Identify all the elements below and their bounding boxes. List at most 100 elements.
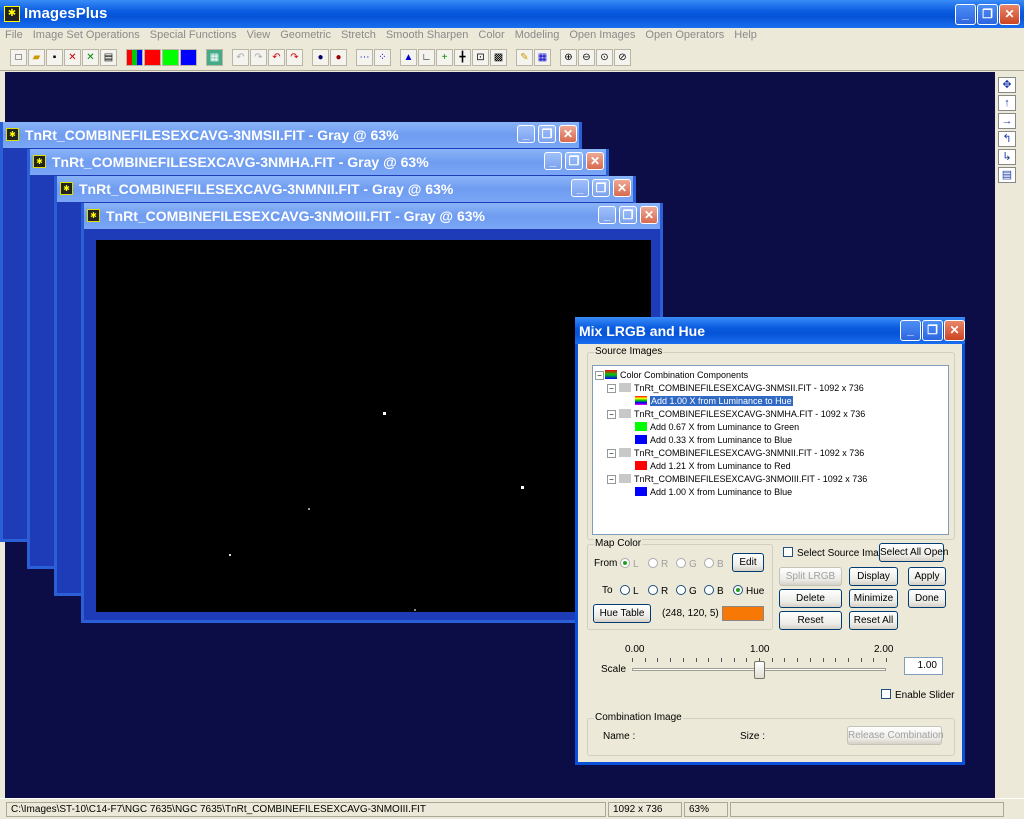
collapse-icon[interactable]: − bbox=[607, 475, 616, 484]
plus-icon[interactable]: + bbox=[436, 49, 453, 66]
menu-color[interactable]: Color bbox=[473, 28, 509, 42]
to-radio-l[interactable]: L bbox=[620, 585, 639, 597]
arrow-up-icon[interactable]: ↑ bbox=[998, 95, 1016, 111]
source-tree[interactable]: − Color Combination Components − TnRt_CO… bbox=[592, 365, 949, 535]
to-radio-b[interactable]: B bbox=[704, 585, 724, 597]
rotate-left-icon[interactable]: ↰ bbox=[998, 131, 1016, 147]
scale-value-field[interactable]: 1.00 bbox=[904, 657, 943, 675]
maximize-button[interactable]: ❐ bbox=[538, 125, 556, 143]
undo-disabled-icon[interactable]: ↶ bbox=[232, 49, 249, 66]
close-button[interactable]: ✕ bbox=[559, 125, 577, 143]
edit-button[interactable]: Edit bbox=[732, 553, 764, 572]
reset-all-button[interactable]: Reset All bbox=[849, 611, 898, 630]
to-radio-g[interactable]: G bbox=[676, 585, 697, 597]
delete-button[interactable]: Delete bbox=[779, 589, 842, 608]
menu-file[interactable]: File bbox=[0, 28, 28, 42]
menu-open-images[interactable]: Open Images bbox=[564, 28, 640, 42]
tree-image-node[interactable]: TnRt_COMBINEFILESEXCAVG-3NMSII.FIT - 109… bbox=[619, 382, 864, 394]
zoom-in-icon[interactable]: ⊕ bbox=[560, 49, 577, 66]
grid-icon[interactable]: ▦ bbox=[206, 49, 223, 66]
arrow-right-icon[interactable]: → bbox=[998, 113, 1016, 129]
dots-icon[interactable]: ⋯ bbox=[356, 49, 373, 66]
tree-item[interactable]: Add 1.21 X from Luminance to Red bbox=[635, 460, 791, 472]
maximize-button[interactable]: ❐ bbox=[592, 179, 610, 197]
minimize-dialog-button[interactable]: Minimize bbox=[849, 589, 898, 608]
green-channel-icon[interactable] bbox=[162, 49, 179, 66]
red-channel-icon[interactable] bbox=[144, 49, 161, 66]
minimize-button[interactable]: _ bbox=[544, 152, 562, 170]
crosshair-icon[interactable]: ╋ bbox=[454, 49, 471, 66]
blue-channel-icon[interactable] bbox=[180, 49, 197, 66]
close-button[interactable]: ✕ bbox=[640, 206, 658, 224]
menu-view[interactable]: View bbox=[242, 28, 276, 42]
to-radio-hue[interactable]: Hue bbox=[733, 585, 764, 597]
undo-icon[interactable]: ↶ bbox=[268, 49, 285, 66]
tree-image-node[interactable]: TnRt_COMBINEFILESEXCAVG-3NMNII.FIT - 109… bbox=[619, 447, 864, 459]
dialog-minimize-button[interactable]: _ bbox=[900, 320, 921, 341]
print-icon[interactable]: ▤ bbox=[100, 49, 117, 66]
axis-icon[interactable]: ∟ bbox=[418, 49, 435, 66]
app-close-button[interactable]: ✕ bbox=[999, 4, 1020, 25]
dialog-close-button[interactable]: ✕ bbox=[944, 320, 965, 341]
move-icon[interactable]: ✥ bbox=[998, 77, 1016, 93]
menu-open-operators[interactable]: Open Operators bbox=[640, 28, 729, 42]
redo-icon[interactable]: ↷ bbox=[286, 49, 303, 66]
tree-item[interactable]: Add 0.67 X from Luminance to Green bbox=[635, 421, 799, 433]
tree-image-node[interactable]: TnRt_COMBINEFILESEXCAVG-3NMHA.FIT - 1092… bbox=[619, 408, 865, 420]
menu-image-set-operations[interactable]: Image Set Operations bbox=[28, 28, 145, 42]
menu-smooth-sharpen[interactable]: Smooth Sharpen bbox=[381, 28, 474, 42]
image-window-titlebar[interactable]: TnRt_COMBINEFILESEXCAVG-3NMOIII.FIT - Gr… bbox=[84, 203, 660, 229]
from-radio-r[interactable]: R bbox=[648, 558, 668, 570]
apply-button[interactable]: Apply bbox=[908, 567, 946, 586]
pencil-icon[interactable]: ✎ bbox=[516, 49, 533, 66]
circle-red-icon[interactable]: ● bbox=[330, 49, 347, 66]
done-button[interactable]: Done bbox=[908, 589, 946, 608]
image-window-titlebar[interactable]: TnRt_COMBINEFILESEXCAVG-3NMHA.FIT - Gray… bbox=[30, 149, 606, 175]
select-all-open-button[interactable]: Select All Open bbox=[879, 543, 948, 562]
collapse-icon[interactable]: − bbox=[607, 449, 616, 458]
from-radio-b[interactable]: B bbox=[704, 558, 724, 570]
histogram-icon[interactable]: ▲ bbox=[400, 49, 417, 66]
circle-dark-icon[interactable]: ● bbox=[312, 49, 329, 66]
grid-small-icon[interactable]: ▩ bbox=[490, 49, 507, 66]
zoom-actual-icon[interactable]: ⊘ bbox=[614, 49, 631, 66]
from-radio-l[interactable]: L bbox=[620, 558, 639, 570]
zoom-fit-icon[interactable]: ⊙ bbox=[596, 49, 613, 66]
menu-geometric[interactable]: Geometric bbox=[275, 28, 336, 42]
to-radio-r[interactable]: R bbox=[648, 585, 668, 597]
collapse-icon[interactable]: − bbox=[607, 410, 616, 419]
menu-stretch[interactable]: Stretch bbox=[336, 28, 381, 42]
hue-table-button[interactable]: Hue Table bbox=[593, 604, 651, 623]
minimize-button[interactable]: _ bbox=[517, 125, 535, 143]
enable-slider-checkbox[interactable]: Enable Slider bbox=[881, 689, 954, 701]
release-combination-button[interactable]: Release Combination bbox=[847, 726, 944, 745]
tree-item[interactable]: Add 1.00 X from Luminance to Blue bbox=[635, 486, 792, 498]
app-maximize-button[interactable]: ❐ bbox=[977, 4, 998, 25]
close-button[interactable]: ✕ bbox=[586, 152, 604, 170]
display-button[interactable]: Display bbox=[849, 567, 898, 586]
redo-disabled-icon[interactable]: ↷ bbox=[250, 49, 267, 66]
image-canvas[interactable] bbox=[96, 240, 651, 612]
tree-root[interactable]: Color Combination Components bbox=[605, 369, 748, 381]
reset-button[interactable]: Reset bbox=[779, 611, 842, 630]
dialog-maximize-button[interactable]: ❐ bbox=[922, 320, 943, 341]
close-button[interactable]: ✕ bbox=[613, 179, 631, 197]
minimize-button[interactable]: _ bbox=[598, 206, 616, 224]
rgb-icon[interactable] bbox=[126, 49, 143, 66]
zoom-out-icon[interactable]: ⊖ bbox=[578, 49, 595, 66]
menu-special-functions[interactable]: Special Functions bbox=[145, 28, 242, 42]
collapse-icon[interactable]: − bbox=[607, 384, 616, 393]
image-window-titlebar[interactable]: TnRt_COMBINEFILESEXCAVG-3NMSII.FIT - Gra… bbox=[3, 122, 579, 148]
close-red-icon[interactable]: ✕ bbox=[64, 49, 81, 66]
new-file-icon[interactable]: □ bbox=[10, 49, 27, 66]
page-icon[interactable]: ▤ bbox=[998, 167, 1016, 183]
menu-modeling[interactable]: Modeling bbox=[510, 28, 565, 42]
tree-image-node[interactable]: TnRt_COMBINEFILESEXCAVG-3NMOIII.FIT - 10… bbox=[619, 473, 867, 485]
from-radio-g[interactable]: G bbox=[676, 558, 697, 570]
scale-slider-thumb[interactable] bbox=[753, 661, 765, 679]
collapse-icon[interactable]: − bbox=[595, 371, 604, 380]
maximize-button[interactable]: ❐ bbox=[619, 206, 637, 224]
close-green-icon[interactable]: ✕ bbox=[82, 49, 99, 66]
frame-icon[interactable]: ⊡ bbox=[472, 49, 489, 66]
open-folder-icon[interactable]: ▰ bbox=[28, 49, 45, 66]
